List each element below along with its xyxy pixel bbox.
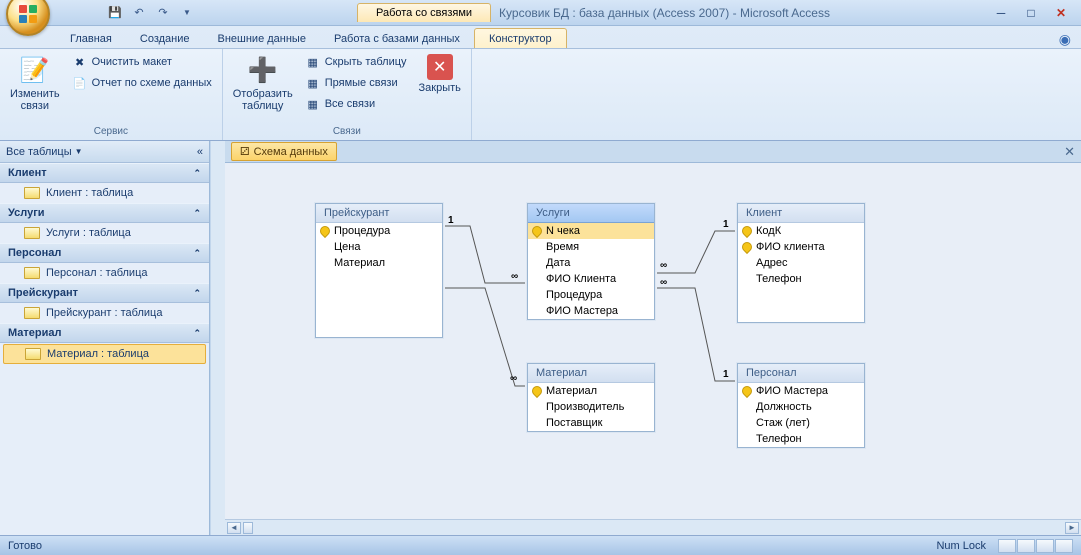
qat-dropdown-icon[interactable]: ▼: [176, 2, 198, 24]
table-icon: [25, 348, 41, 360]
edit-relationships-button[interactable]: 📝 Изменить связи: [6, 52, 64, 114]
undo-icon[interactable]: ↶: [128, 2, 150, 24]
ribbon-tabs: Главная Создание Внешние данные Работа с…: [0, 26, 1081, 49]
clear-icon: ✖: [72, 54, 88, 70]
nav-group-header[interactable]: Клиент⌃: [0, 163, 209, 183]
table-icon: [24, 267, 40, 279]
horizontal-scrollbar[interactable]: ◄ ►: [225, 519, 1081, 535]
scroll-right-icon[interactable]: ►: [1065, 522, 1079, 534]
hide-icon: ▦: [305, 54, 321, 70]
window-title: Курсовик БД : база данных (Access 2007) …: [499, 6, 830, 20]
group-service-label: Сервис: [6, 124, 216, 140]
collapse-icon: ⌃: [193, 168, 201, 179]
nav-collapse-icon[interactable]: «: [197, 146, 203, 158]
edit-rel-icon: 📝: [19, 54, 51, 86]
nav-group-header[interactable]: Услуги⌃: [0, 203, 209, 223]
report-icon: 📄: [72, 75, 88, 91]
table-icon: [24, 227, 40, 239]
group-rel-label: Связи: [229, 124, 465, 140]
show-table-button[interactable]: ➕ Отобразить таблицу: [229, 52, 297, 114]
nav-item[interactable]: Прейскурант : таблица: [0, 303, 209, 323]
titlebar: 💾 ↶ ↷ ▼ Работа со связями Курсовик БД : …: [0, 0, 1081, 26]
view-btn-4[interactable]: [1055, 539, 1073, 553]
context-tab-label: Работа со связями: [357, 3, 491, 22]
schema-report-button[interactable]: 📄Отчет по схеме данных: [68, 73, 216, 93]
nav-group-header[interactable]: Персонал⌃: [0, 243, 209, 263]
doc-close-button[interactable]: ✕: [1064, 144, 1075, 160]
navigation-pane: Все таблицы ▼ « Клиент⌃Клиент : таблицаУ…: [0, 141, 210, 535]
view-switcher[interactable]: [998, 539, 1073, 553]
table-personal[interactable]: Персонал ФИО Мастера Должность Стаж (лет…: [737, 363, 865, 448]
document-tab-bar: ⚂ Схема данных ✕: [225, 141, 1081, 163]
view-btn-1[interactable]: [998, 539, 1016, 553]
show-table-icon: ➕: [247, 54, 279, 86]
table-icon: [24, 307, 40, 319]
close-rel-button[interactable]: ✕ Закрыть: [415, 52, 465, 96]
close-button[interactable]: ✕: [1049, 4, 1073, 22]
tab-constructor[interactable]: Конструктор: [474, 28, 567, 48]
collapse-icon: ⌃: [193, 208, 201, 219]
help-icon[interactable]: ◉: [1059, 31, 1071, 48]
nav-header[interactable]: Все таблицы ▼ «: [0, 141, 209, 163]
view-btn-3[interactable]: [1036, 539, 1054, 553]
close-rel-icon: ✕: [427, 54, 453, 80]
table-material[interactable]: Материал Материал Производитель Поставщи…: [527, 363, 655, 432]
shutter-bar[interactable]: [210, 141, 225, 535]
chevron-down-icon: ▼: [75, 147, 83, 156]
document-tab[interactable]: ⚂ Схема данных: [231, 142, 337, 161]
table-preiskurant[interactable]: Прейскурант Процедура Цена Материал: [315, 203, 443, 338]
collapse-icon: ⌃: [193, 288, 201, 299]
nav-item[interactable]: Персонал : таблица: [0, 263, 209, 283]
collapse-icon: ⌃: [193, 328, 201, 339]
ribbon: 📝 Изменить связи ✖Очистить макет 📄Отчет …: [0, 49, 1081, 141]
nav-item[interactable]: Материал : таблица: [3, 344, 206, 364]
collapse-icon: ⌃: [193, 248, 201, 259]
clear-layout-button[interactable]: ✖Очистить макет: [68, 52, 216, 72]
schema-icon: ⚂: [240, 145, 250, 158]
minimize-button[interactable]: ─: [989, 4, 1013, 22]
table-icon: [24, 187, 40, 199]
statusbar: Готово Num Lock: [0, 535, 1081, 555]
direct-rel-icon: ▦: [305, 75, 321, 91]
tab-create[interactable]: Создание: [126, 29, 204, 48]
table-uslugi[interactable]: Услуги N чека Время Дата ФИО Клиента Про…: [527, 203, 655, 320]
status-ready: Готово: [8, 540, 42, 552]
quick-access-toolbar: 💾 ↶ ↷ ▼: [104, 2, 198, 24]
redo-icon[interactable]: ↷: [152, 2, 174, 24]
status-numlock: Num Lock: [936, 540, 986, 552]
tab-dbtools[interactable]: Работа с базами данных: [320, 29, 474, 48]
nav-item[interactable]: Клиент : таблица: [0, 183, 209, 203]
all-rel-button[interactable]: ▦Все связи: [301, 94, 411, 114]
save-icon[interactable]: 💾: [104, 2, 126, 24]
scroll-left-icon[interactable]: ◄: [227, 522, 241, 534]
schema-canvas[interactable]: 1 ∞ ∞ ∞ 1 ∞ 1 Прейскурант Процедура Цена…: [225, 163, 1081, 519]
hide-table-button[interactable]: ▦Скрыть таблицу: [301, 52, 411, 72]
nav-group-header[interactable]: Прейскурант⌃: [0, 283, 209, 303]
nav-group-header[interactable]: Материал⌃: [0, 323, 209, 343]
scroll-thumb[interactable]: [243, 522, 253, 534]
maximize-button[interactable]: □: [1019, 4, 1043, 22]
tab-external[interactable]: Внешние данные: [204, 29, 320, 48]
view-btn-2[interactable]: [1017, 539, 1035, 553]
tab-home[interactable]: Главная: [56, 29, 126, 48]
all-rel-icon: ▦: [305, 96, 321, 112]
direct-rel-button[interactable]: ▦Прямые связи: [301, 73, 411, 93]
nav-item[interactable]: Услуги : таблица: [0, 223, 209, 243]
table-klient[interactable]: Клиент КодК ФИО клиента Адрес Телефон: [737, 203, 865, 323]
